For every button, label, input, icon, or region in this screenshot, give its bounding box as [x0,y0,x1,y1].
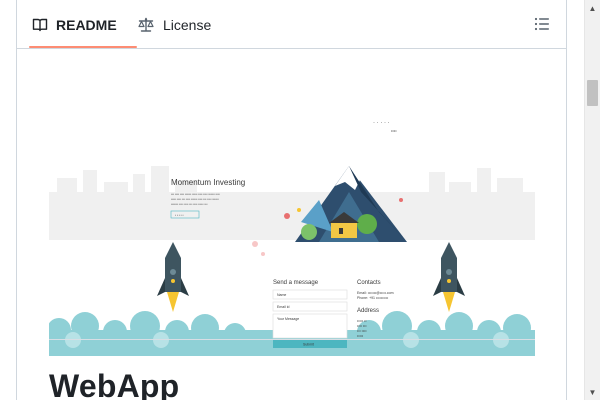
address-title: Address [357,308,379,314]
hero-line: ••••• •••• ••• •••• •••••• •••• ••• ••••… [171,197,219,201]
readme-body: · · · · · •••• Momentum Investing ••• ••… [17,50,566,400]
readme-banner-image: · · · · · •••• Momentum Investing ••• ••… [49,82,535,356]
form-email-placeholder: Email id [277,305,290,309]
tab-readme[interactable]: README [32,0,117,49]
active-tab-indicator [29,46,137,48]
hero-line: ••••••• •••• •••• ••• •••• ••••• ••• [171,202,208,206]
form-submit-label: Submit [303,343,314,347]
rocket-right [433,242,465,312]
banner-nav-sub: •••• [391,128,397,133]
city-skyline [49,166,535,240]
list-unordered-icon [533,17,551,37]
scroll-thumb[interactable] [587,80,598,106]
readme-heading: WebApp [49,368,180,400]
hero-title: Momentum Investing [171,178,245,187]
contact-email: Email: •••••••@•••••.com [357,291,394,295]
tab-license[interactable]: License [137,0,211,49]
send-message-title: Send a message [273,280,319,286]
form-name-placeholder: Name [277,293,286,297]
rocket-left [157,242,189,312]
contact-phone: Phone: +91 •••••••••• [357,296,389,300]
contacts-title: Contacts [357,280,381,286]
tab-readme-label: README [56,16,117,33]
readme-tab-bar: README License [17,0,566,49]
readme-card: README License · · · · · •••• Momentum I… [16,0,567,400]
tab-license-label: License [163,16,212,33]
scroll-down-arrow-icon[interactable]: ▼ [585,384,600,400]
heading-divider [49,339,535,340]
address-line: ••••• [357,334,364,338]
address-line: ••• •••• [357,329,367,333]
outline-button[interactable] [533,15,551,33]
law-scale-icon [137,17,155,33]
page: README License · · · · · •••• Momentum I… [0,0,600,400]
banner-nav: · · · · · [373,120,390,126]
page-scrollbar[interactable]: ▲ ▼ [584,0,600,400]
hero-line: ••• •••• •••• •••••• ••••• •••• •••• •••… [171,192,220,196]
book-icon [32,17,48,33]
scroll-up-arrow-icon[interactable]: ▲ [585,0,600,16]
address-line: ••••• •• [357,319,367,323]
form-message-placeholder: Your Message [277,317,299,321]
hero-button-label: • • • • • [175,213,184,217]
address-line: •••• ••• [357,324,367,328]
